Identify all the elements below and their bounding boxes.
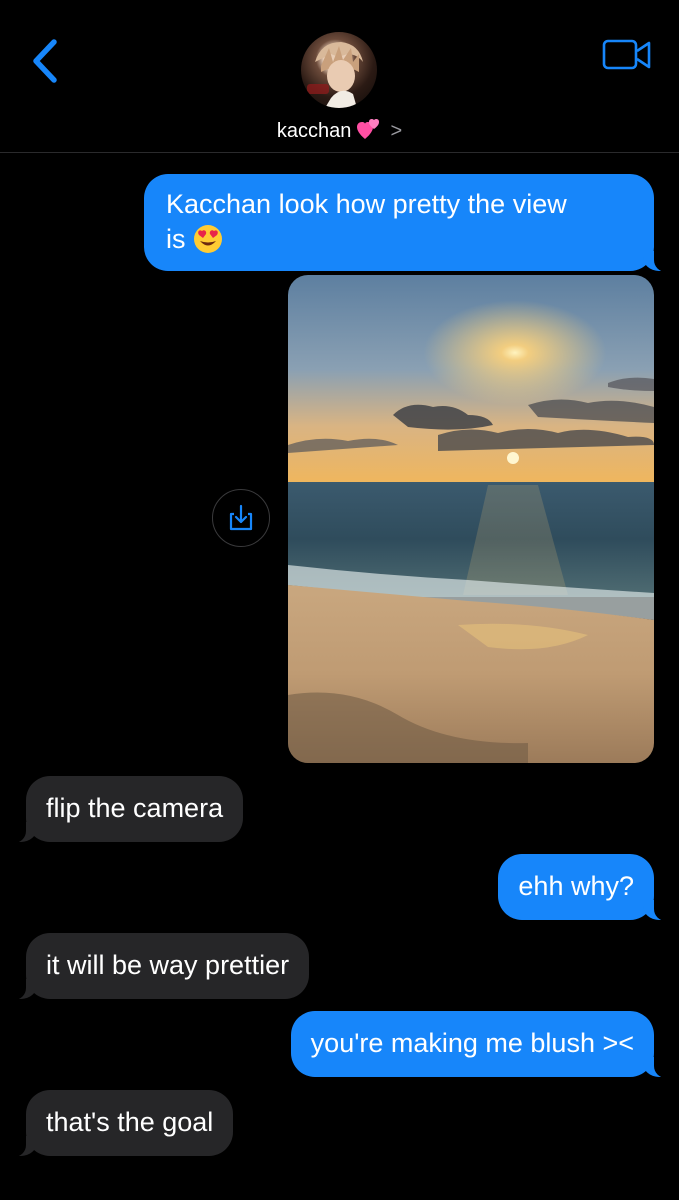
message-bubble-outgoing[interactable]: ehh why? [498,854,672,921]
message-text: is [166,224,186,254]
photo-attachment[interactable] [288,275,654,763]
message-text: it will be way prettier [46,950,290,980]
avatar[interactable] [301,32,377,108]
save-photo-button[interactable] [212,489,270,547]
message-text: that's the goal [46,1107,214,1137]
message-bubble-outgoing[interactable]: Kacchan look how pretty the view is [144,174,672,272]
message-bubble-incoming[interactable]: flip the camera [7,776,244,843]
save-download-icon [229,504,253,531]
conversation-header: kacchan > [0,0,679,153]
message-text: you're making me blush >< [310,1028,634,1058]
message-bubble-outgoing[interactable]: you're making me blush >< [290,1011,673,1078]
message-text: Kacchan look how pretty the view [166,189,567,219]
sunset-beach-photo [288,275,654,763]
two-hearts-emoji [356,119,379,139]
chevron-left-icon[interactable] [26,38,66,84]
message-text: ehh why? [518,871,634,901]
video-camera-icon[interactable] [602,38,652,72]
contact-name-button[interactable]: kacchan > [0,118,679,143]
chevron-right-icon: > [390,120,403,142]
message-bubble-incoming[interactable]: that's the goal [7,1090,234,1157]
message-bubble-incoming[interactable]: it will be way prettier [7,933,310,1000]
contact-name: kacchan [276,120,352,142]
message-text: flip the camera [46,793,224,823]
heart-eyes-emoji [194,225,223,253]
